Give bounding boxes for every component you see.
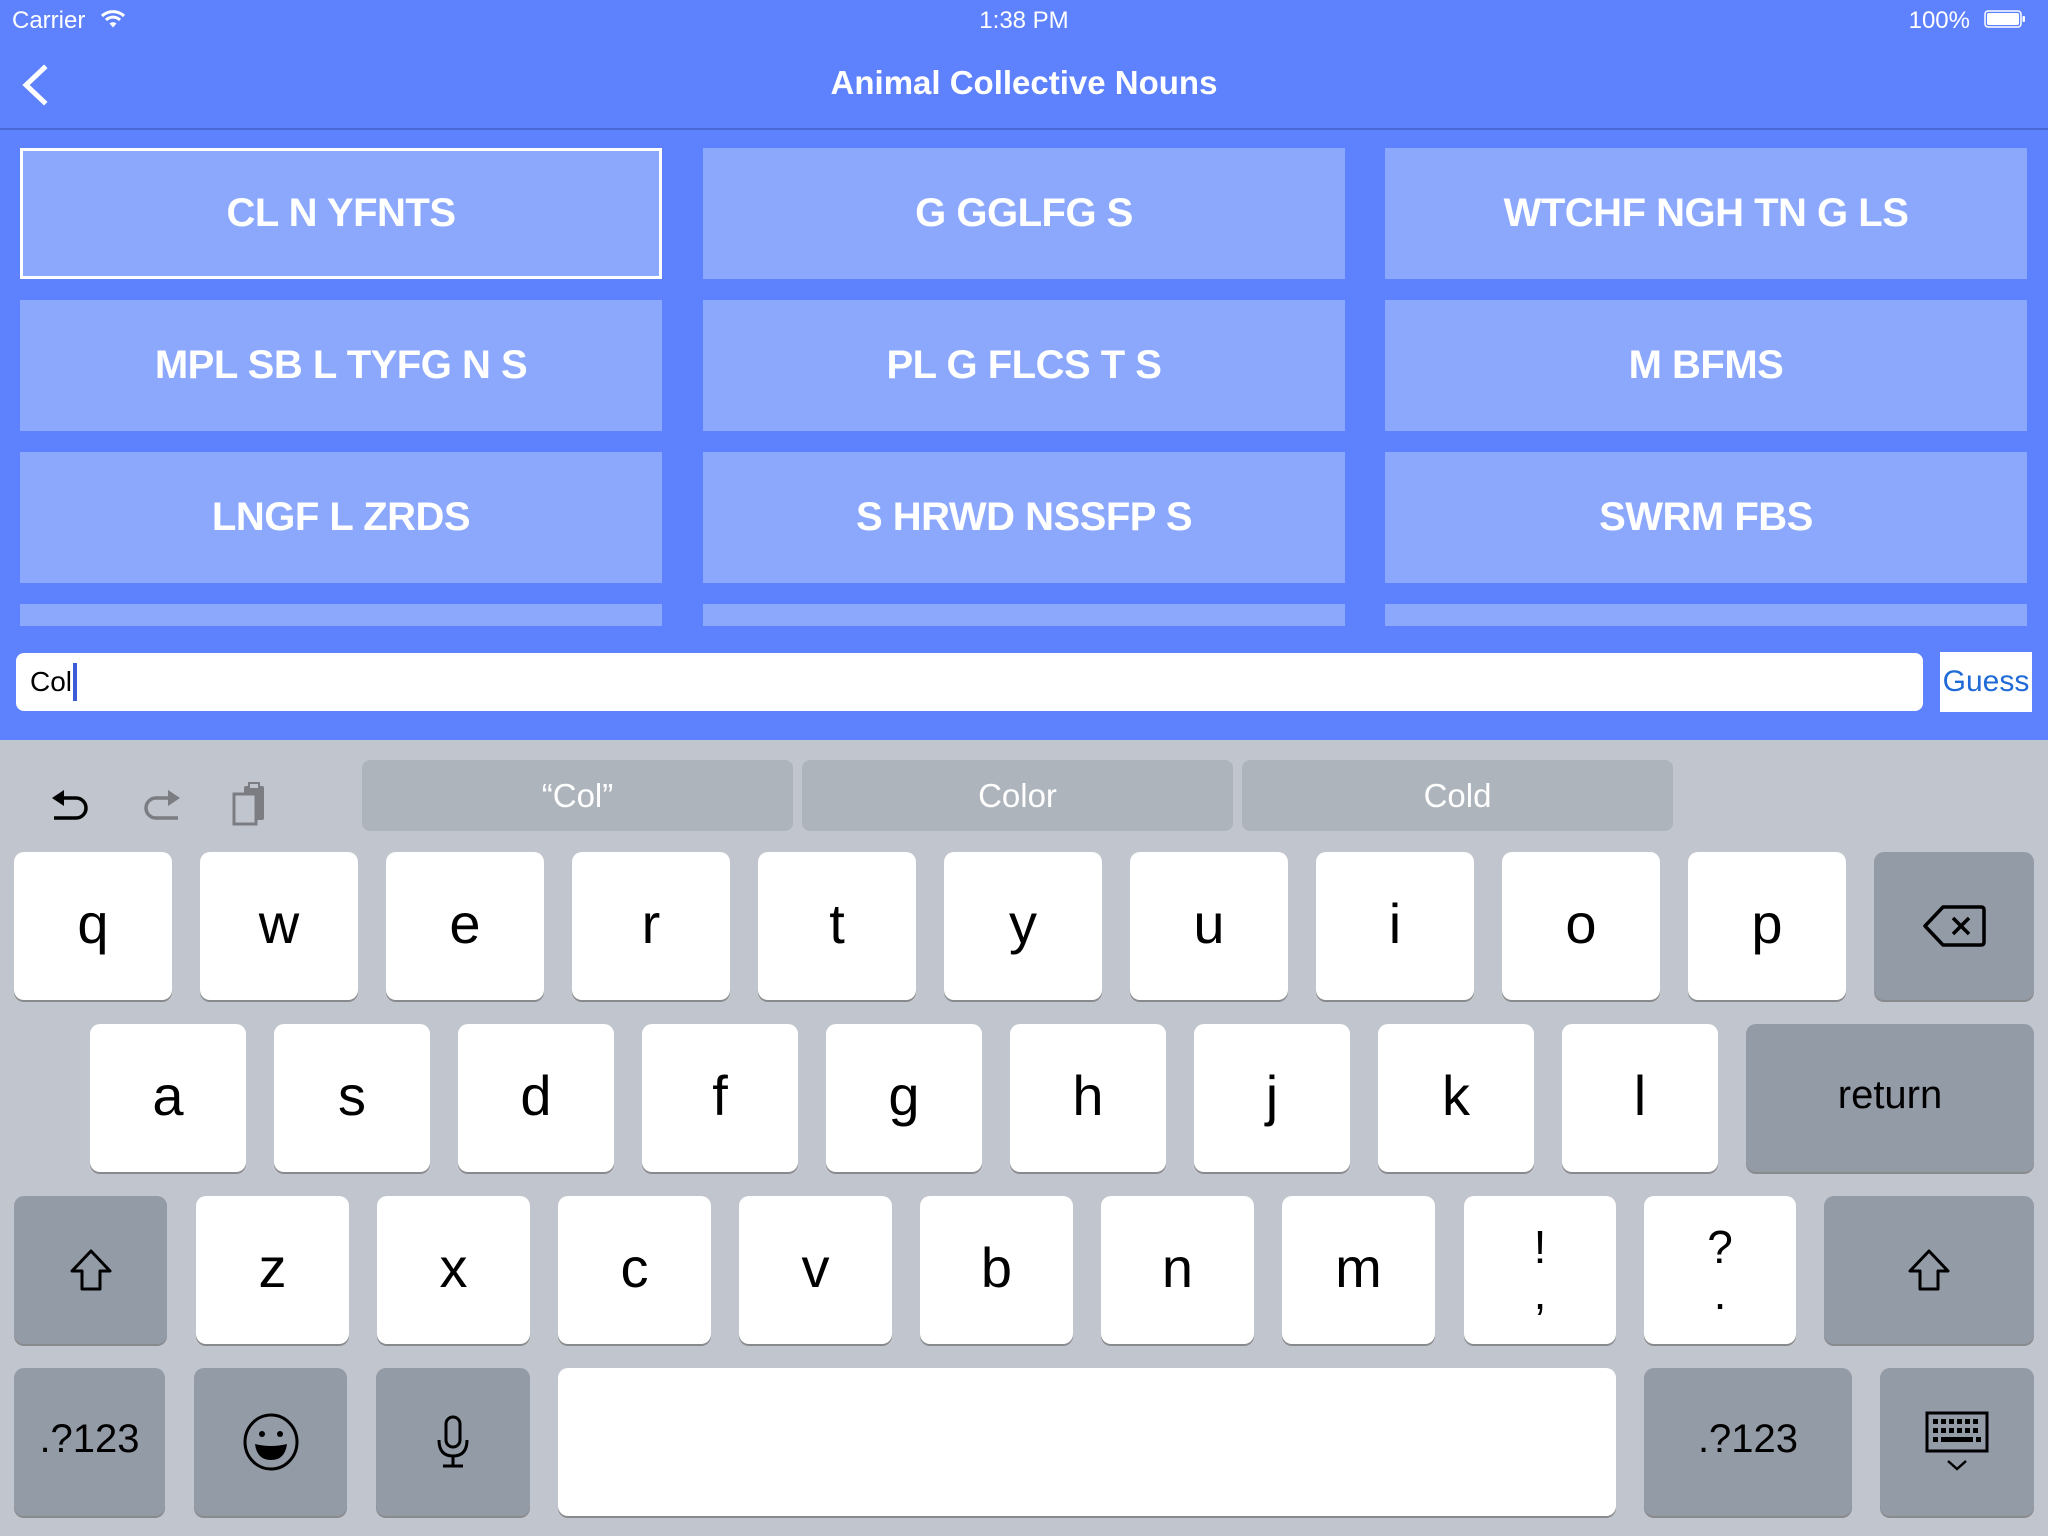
- key-p[interactable]: p: [1688, 852, 1846, 1000]
- word-tile[interactable]: MPL SB L TYFG N S: [20, 300, 662, 431]
- microphone-key[interactable]: [376, 1368, 530, 1516]
- word-tile[interactable]: M BFMS: [1385, 300, 2027, 431]
- key-o[interactable]: o: [1502, 852, 1660, 1000]
- word-tile[interactable]: [703, 604, 1345, 626]
- key-g[interactable]: g: [826, 1024, 982, 1172]
- key-f[interactable]: f: [642, 1024, 798, 1172]
- word-tile[interactable]: CL N YFNTS: [20, 148, 662, 279]
- suggestion-literal[interactable]: “Col”: [362, 760, 793, 831]
- shift-key-left[interactable]: [14, 1196, 167, 1344]
- guess-input[interactable]: Col: [16, 653, 1923, 711]
- emoji-icon: [243, 1413, 298, 1471]
- exclamation-comma-key[interactable]: !,: [1464, 1196, 1616, 1344]
- undo-icon[interactable]: [44, 780, 94, 830]
- page-title: Animal Collective Nouns: [830, 64, 1218, 101]
- key-m[interactable]: m: [1282, 1196, 1435, 1344]
- key-l[interactable]: l: [1562, 1024, 1718, 1172]
- key-n[interactable]: n: [1101, 1196, 1254, 1344]
- key-e[interactable]: e: [386, 852, 544, 1000]
- key-x[interactable]: x: [377, 1196, 530, 1344]
- key-j[interactable]: j: [1194, 1024, 1350, 1172]
- key-i[interactable]: i: [1316, 852, 1474, 1000]
- key-y[interactable]: y: [944, 852, 1102, 1000]
- backspace-key[interactable]: [1874, 852, 2034, 1000]
- word-tile[interactable]: G GGLFG S: [703, 148, 1345, 279]
- word-tile[interactable]: PL G FLCS T S: [703, 300, 1345, 431]
- key-d[interactable]: d: [458, 1024, 614, 1172]
- word-tile[interactable]: [20, 604, 662, 626]
- navigation-bar: Animal Collective Nouns: [0, 40, 2048, 130]
- word-tile[interactable]: LNGF L ZRDS: [20, 452, 662, 583]
- guess-button[interactable]: Guess: [1940, 652, 2032, 712]
- word-tile[interactable]: WTCHF NGH TN G LS: [1385, 148, 2027, 279]
- key-k[interactable]: k: [1378, 1024, 1534, 1172]
- status-bar: Carrier 1:38 PM 100%: [0, 0, 2048, 40]
- key-b[interactable]: b: [920, 1196, 1073, 1344]
- word-tile[interactable]: [1385, 604, 2027, 626]
- shift-icon: [1908, 1249, 1950, 1291]
- battery-percent: 100%: [1908, 7, 1970, 34]
- emoji-key[interactable]: [194, 1368, 347, 1516]
- dismiss-keyboard-key[interactable]: [1880, 1368, 2034, 1516]
- text-caret: [73, 662, 78, 701]
- key-q[interactable]: q: [14, 852, 172, 1000]
- key-u[interactable]: u: [1130, 852, 1288, 1000]
- question-period-key[interactable]: ?.: [1644, 1196, 1796, 1344]
- keyboard-dismiss-icon: [1925, 1411, 1989, 1471]
- key-z[interactable]: z: [196, 1196, 349, 1344]
- keyboard: “Col” Color Cold return !, ?. .?123 .?12…: [0, 740, 2048, 1536]
- guess-input-value: Col: [30, 666, 73, 697]
- shift-icon: [70, 1249, 111, 1291]
- numbers-key-left[interactable]: .?123: [14, 1368, 165, 1516]
- key-s[interactable]: s: [274, 1024, 430, 1172]
- key-v[interactable]: v: [739, 1196, 892, 1344]
- microphone-icon: [437, 1415, 469, 1468]
- redo-icon[interactable]: [136, 780, 186, 830]
- clock: 1:38 PM: [979, 7, 1069, 34]
- battery-icon: [1984, 10, 2025, 28]
- shift-key-right[interactable]: [1824, 1196, 2034, 1344]
- word-tile[interactable]: SWRM FBS: [1385, 452, 2027, 583]
- numbers-key-right[interactable]: .?123: [1644, 1368, 1852, 1516]
- suggestion-color[interactable]: Color: [802, 760, 1233, 831]
- paste-icon[interactable]: [226, 780, 276, 830]
- key-w[interactable]: w: [200, 852, 358, 1000]
- backspace-icon: [1923, 905, 1986, 947]
- puzzle-grid[interactable]: CL N YFNTS G GGLFG S WTCHF NGH TN G LS MPL …: [0, 130, 2048, 626]
- space-bar[interactable]: [558, 1368, 1616, 1516]
- word-tile[interactable]: S HRWD NSSFP S: [703, 452, 1345, 583]
- key-c[interactable]: c: [558, 1196, 711, 1344]
- key-t[interactable]: t: [758, 852, 916, 1000]
- key-r[interactable]: r: [572, 852, 730, 1000]
- return-key[interactable]: return: [1746, 1024, 2034, 1172]
- key-a[interactable]: a: [90, 1024, 246, 1172]
- suggestion-cold[interactable]: Cold: [1242, 760, 1673, 831]
- key-h[interactable]: h: [1010, 1024, 1166, 1172]
